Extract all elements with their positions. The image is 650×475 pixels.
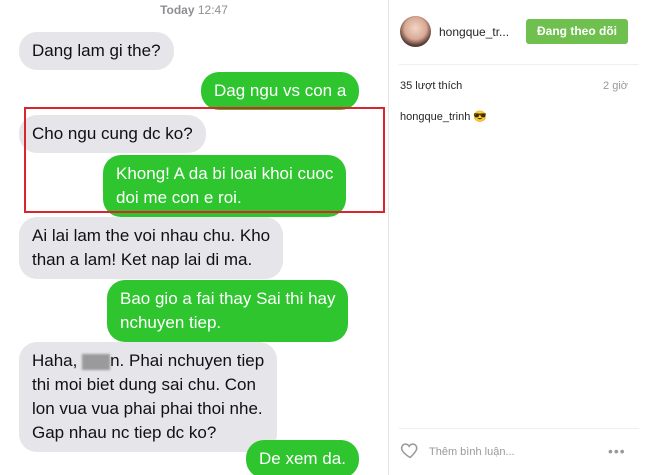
message-text: lon vua vua phai phai thoi nhe. — [32, 399, 263, 418]
timestamp-time: 12:47 — [197, 3, 228, 17]
comment-input[interactable]: Thêm bình luận... — [429, 446, 515, 458]
more-options-icon[interactable]: ••• — [608, 443, 626, 459]
likes-count[interactable]: 35 lượt thích — [400, 80, 462, 92]
message-text: than a lam! Ket nap lai di ma. — [32, 250, 253, 269]
header-divider — [399, 64, 639, 65]
username-link[interactable]: hongque_tr... — [439, 25, 509, 39]
post-sidebar: hongque_tr... Đang theo dõi 35 lượt thíc… — [389, 0, 650, 475]
message-text: thi moi biet dung sai chu. Con — [32, 375, 256, 394]
message-bubble-received: Haha, n. Phai nchuyen tiep thi moi biet … — [19, 342, 278, 452]
message-text-end: n. Phai nchuyen tiep — [110, 351, 265, 370]
post-time[interactable]: 2 giờ — [603, 80, 628, 92]
highlight-frame — [24, 107, 385, 213]
footer-divider — [399, 428, 639, 429]
message-text: Ai lai lam the voi nhau chu. Kho — [32, 226, 271, 245]
message-bubble-sent: Bao gio a fai thay Sai thi hay nchuyen t… — [107, 280, 349, 342]
message-text: Dang lam gi the? — [32, 41, 161, 60]
post-caption: hongque_trinh 😎 — [400, 111, 488, 123]
redacted-name — [82, 353, 111, 370]
chat-screenshot: Today 12:47 Dang lam gi the? Dag ngu vs … — [0, 0, 388, 475]
avatar[interactable] — [400, 16, 431, 47]
message-text: De xem da. — [259, 449, 346, 468]
message-text: Bao gio a fai thay Sai thi hay — [120, 289, 336, 308]
message-text-start: Haha, — [32, 351, 83, 370]
message-text: Haha, n. Phai nchuyen tiep — [32, 349, 264, 373]
message-text: nchuyen tiep. — [120, 313, 222, 332]
following-button[interactable]: Đang theo dõi — [526, 19, 628, 44]
message-bubble-sent: Dag ngu vs con a — [201, 72, 360, 110]
message-bubble-sent: De xem da. — [246, 440, 359, 475]
chat-timestamp: Today 12:47 — [0, 3, 388, 17]
heart-icon[interactable] — [400, 440, 420, 460]
message-text: Gap nhau nc tiep dc ko? — [32, 423, 217, 442]
timestamp-day: Today — [160, 3, 195, 17]
message-text: Dag ngu vs con a — [214, 81, 347, 100]
message-bubble-received: Dang lam gi the? — [19, 32, 174, 70]
message-bubble-received: Ai lai lam the voi nhau chu. Kho than a … — [19, 217, 284, 279]
